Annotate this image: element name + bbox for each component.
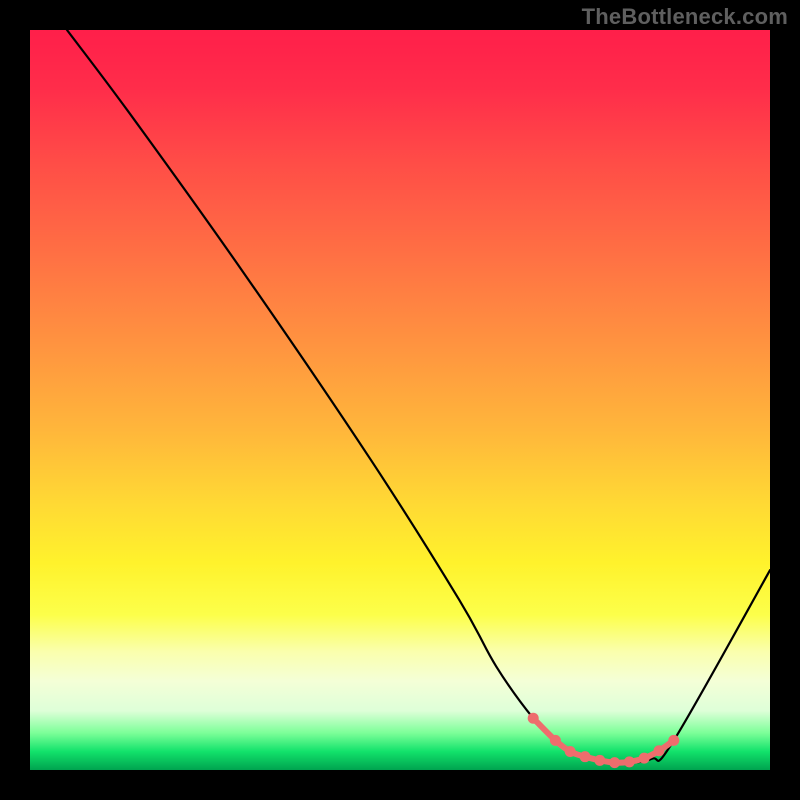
watermark-text: TheBottleneck.com	[582, 4, 788, 30]
optimal-dot	[528, 713, 539, 724]
plot-area	[30, 30, 770, 770]
chart-frame: TheBottleneck.com	[0, 0, 800, 800]
optimal-dot	[624, 756, 635, 767]
optimal-dot	[550, 735, 561, 746]
optimal-dot	[609, 757, 620, 768]
optimal-dot	[580, 751, 591, 762]
bottleneck-curve-line	[67, 30, 770, 763]
optimal-dot	[565, 746, 576, 757]
chart-svg	[30, 30, 770, 770]
optimal-dot	[639, 753, 650, 764]
optimal-dot	[654, 745, 665, 756]
optimal-dot	[594, 755, 605, 766]
optimal-dot	[668, 735, 679, 746]
